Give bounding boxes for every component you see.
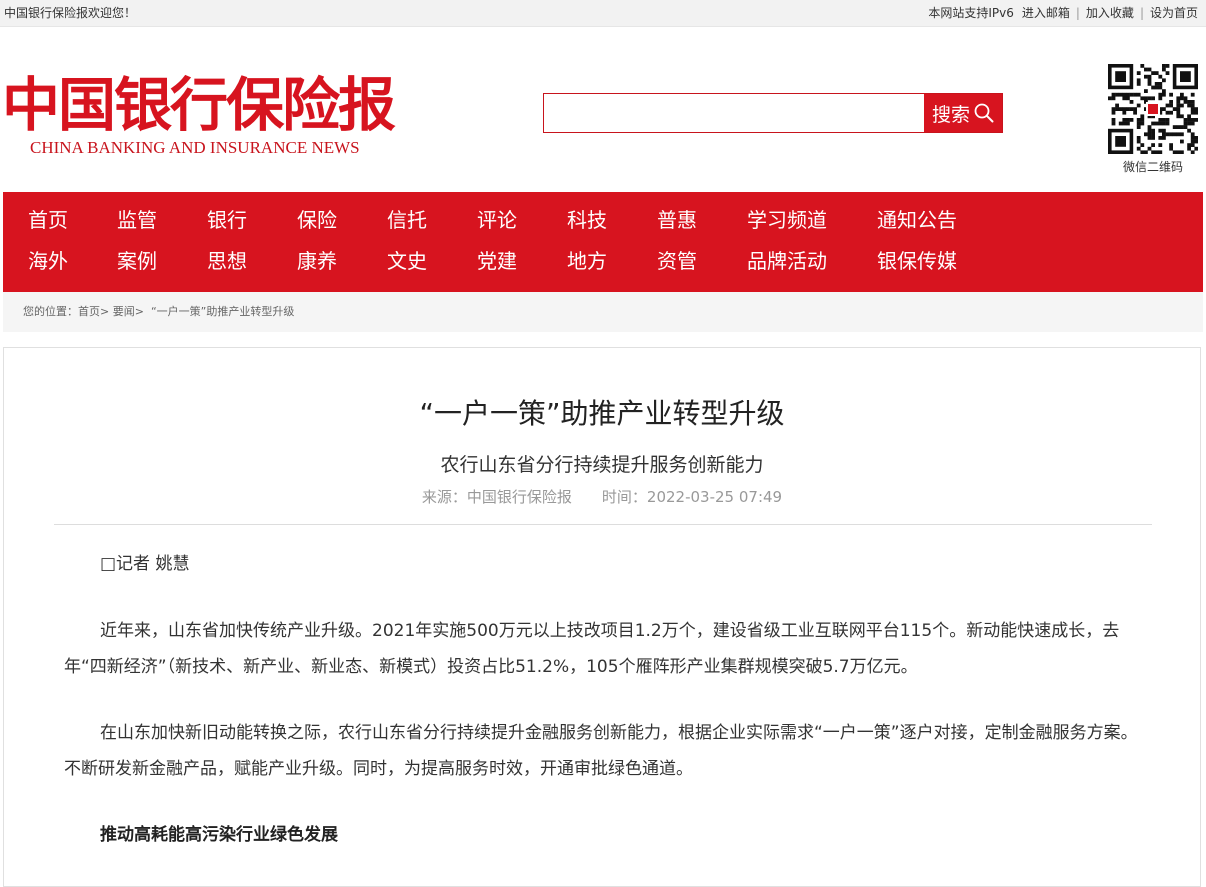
article-source: 来源：中国银行保险报 [421, 488, 572, 506]
article-paragraph-1: 近年来，山东省加快传统产业升级。2021年实施500万元以上技改项目1.2万个，… [64, 621, 1120, 677]
nav-item-brand[interactable]: 品牌活动 [747, 241, 827, 281]
breadcrumb-prefix: 您的位置： [23, 305, 78, 318]
nav-item-asset-mgmt[interactable]: 资管 [657, 241, 697, 281]
article-author: □记者 姚慧 [100, 554, 190, 574]
breadcrumb-separator: > [134, 305, 144, 318]
nav-item-banking[interactable]: 银行 [207, 200, 247, 240]
nav-item-home[interactable]: 首页 [28, 200, 68, 240]
logo-english-text: CHINA BANKING AND INSURANCE NEWS [30, 138, 360, 157]
nav-item-insurance[interactable]: 保险 [297, 200, 337, 240]
top-bar: 中国银行保险报欢迎您！ 本网站支持IPv6 进入邮箱 | 加入收藏 | 设为首页 [0, 0, 1206, 27]
separator: | [1075, 6, 1080, 20]
breadcrumb-section[interactable]: 要闻 [113, 305, 135, 318]
qr-label: 微信二维码 [1122, 160, 1183, 174]
nav-item-technology[interactable]: 科技 [567, 200, 607, 240]
search-button-label: 搜索 [931, 103, 970, 126]
nav-item-media[interactable]: 银保传媒 [877, 241, 957, 281]
article-container: “一户一策”助推产业转型升级 农行山东省分行持续提升服务创新能力 来源：中国银行… [3, 347, 1201, 887]
nav-item-commentary[interactable]: 评论 [477, 200, 517, 240]
nav-item-local[interactable]: 地方 [567, 241, 607, 281]
nav-item-inclusive[interactable]: 普惠 [657, 200, 697, 240]
nav-item-regulation[interactable]: 监管 [117, 200, 157, 240]
nav-item-learning[interactable]: 学习频道 [747, 200, 827, 240]
separator: | [1139, 6, 1144, 20]
search-button[interactable]: 搜索 [924, 94, 1002, 132]
nav-item-thought[interactable]: 思想 [207, 241, 247, 281]
logo-chinese-text: 中国银行保险报 [2, 71, 396, 139]
search-box: 搜索 [543, 93, 1003, 133]
article-section-heading: 推动高耗能高污染行业绿色发展 [100, 825, 338, 845]
set-homepage-link[interactable]: 设为首页 [1150, 0, 1198, 26]
nav-item-culture[interactable]: 文史 [387, 241, 427, 281]
breadcrumb-current: “一户一策”助推产业转型升级 [150, 305, 295, 318]
wechat-qr-code [1108, 64, 1199, 155]
nav-item-notices[interactable]: 通知公告 [877, 200, 957, 240]
nav-item-trust[interactable]: 信托 [387, 200, 427, 240]
search-icon [974, 103, 994, 123]
ipv6-link[interactable]: 本网站支持IPv6 [928, 0, 1014, 26]
article-meta: 来源：中国银行保险报 时间：2022-03-25 07:49 [4, 486, 1200, 507]
nav-row-2: 海外 案例 思想 康养 文史 党建 地方 资管 品牌活动 银保传媒 [3, 241, 1203, 281]
article-time: 时间：2022-03-25 07:49 [601, 488, 783, 506]
mail-link[interactable]: 进入邮箱 [1022, 0, 1070, 26]
add-favorite-link[interactable]: 加入收藏 [1086, 0, 1134, 26]
nav-item-cases[interactable]: 案例 [117, 241, 157, 281]
nav-item-party[interactable]: 党建 [477, 241, 517, 281]
breadcrumb: 您的位置：首页> 要闻> “一户一策”助推产业转型升级 [3, 292, 1203, 332]
search-input[interactable] [544, 94, 940, 132]
divider [54, 524, 1152, 525]
nav-item-health[interactable]: 康养 [297, 241, 337, 281]
nav-item-overseas[interactable]: 海外 [28, 241, 68, 281]
top-links: 本网站支持IPv6 进入邮箱 | 加入收藏 | 设为首页 [928, 0, 1198, 26]
welcome-text: 中国银行保险报欢迎您！ [4, 6, 137, 20]
article-subtitle: 农行山东省分行持续提升服务创新能力 [440, 454, 764, 476]
article-title: “一户一策”助推产业转型升级 [419, 397, 785, 430]
main-nav: 首页 监管 银行 保险 信托 评论 科技 普惠 学习频道 通知公告 海外 案例 … [3, 192, 1203, 292]
article-paragraph-2: 在山东加快新旧动能转换之际，农行山东省分行持续提升金融服务创新能力，根据企业实际… [64, 723, 1138, 779]
site-logo[interactable]: 中国银行保险报 CHINA BANKING AND INSURANCE NEWS [2, 68, 422, 162]
nav-row-1: 首页 监管 银行 保险 信托 评论 科技 普惠 学习频道 通知公告 [3, 200, 1203, 240]
breadcrumb-separator: > [100, 305, 110, 318]
breadcrumb-home[interactable]: 首页 [78, 305, 100, 318]
